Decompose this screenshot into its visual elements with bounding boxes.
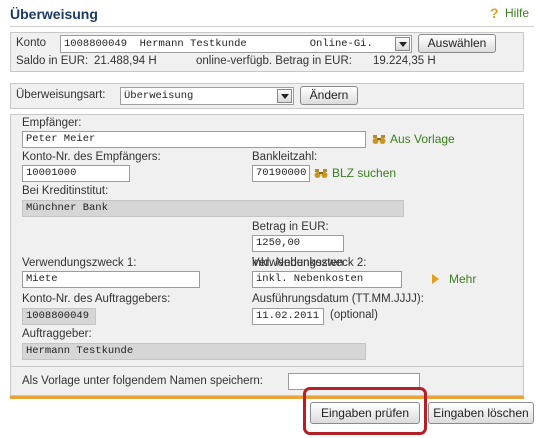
bank-code-label: Bankleitzahl: [252, 151, 318, 163]
title-divider [10, 26, 534, 27]
more-label: Mehr [449, 272, 477, 286]
help-link[interactable]: ? Hilfe [488, 6, 529, 20]
account-select[interactable]: 1008800049 Hermann Testkunde Online-Gi. [60, 35, 412, 53]
available-label: online-verfügb. Betrag in EUR: [196, 55, 352, 67]
recipient-account-input[interactable]: 10001000 [22, 165, 130, 182]
sender-account-label: Konto-Nr. des Auftraggebers: [22, 293, 171, 305]
account-select-value: 1008800049 Hermann Testkunde Online-Gi. [64, 38, 373, 50]
purpose2-input[interactable]: inkl. Nebenkosten [252, 271, 402, 288]
recipient-account-label: Konto-Nr. des Empfängers: [22, 151, 161, 163]
select-account-button[interactable]: Auswählen [418, 34, 496, 53]
transfer-type-label: Überweisungsart: [16, 89, 106, 101]
sender-label: Auftraggeber: [22, 328, 92, 340]
chevron-down-icon [277, 89, 292, 103]
recipient-label: Empfänger: [22, 117, 82, 129]
from-template-link[interactable]: Aus Vorlage [372, 132, 455, 146]
amount-input[interactable]: 1250,00 [252, 235, 344, 252]
play-arrow-icon [432, 274, 439, 284]
accent-divider [10, 396, 524, 399]
more-link[interactable]: Mehr [432, 272, 476, 286]
binoculars-icon [372, 135, 386, 144]
svg-text:?: ? [490, 6, 499, 20]
change-transfer-type-button[interactable]: Ändern [300, 86, 358, 105]
help-label: Hilfe [505, 6, 530, 20]
clear-input-button[interactable]: Eingaben löschen [428, 402, 534, 424]
bank-code-search-link[interactable]: BLZ suchen [314, 166, 396, 180]
purpose2-label-text: Verwendungszweck 2: [252, 257, 367, 269]
bank-code-search-label: BLZ suchen [332, 166, 397, 180]
execution-date-label: Ausführungsdatum (TT.MM.JJJJ): [252, 293, 424, 305]
available-value: 19.224,35 H [373, 55, 436, 67]
sender-account-field: 1008800049 [22, 308, 96, 325]
institute-label: Bei Kreditinstitut: [22, 185, 109, 197]
sender-field: Hermann Testkunde [22, 343, 366, 360]
purpose1-label: Verwendungszweck 1: [22, 257, 137, 269]
transfer-type-value: Überweisung [124, 90, 194, 102]
binoculars-icon [314, 169, 328, 178]
bank-code-input[interactable]: 70190000 [252, 165, 310, 182]
recipient-input[interactable]: Peter Meier [22, 131, 366, 148]
chevron-down-icon [395, 37, 410, 51]
optional-label: (optional) [330, 309, 378, 321]
page-title: Überweisung [10, 6, 98, 22]
transfer-type-select[interactable]: Überweisung [120, 87, 294, 105]
purpose1-input[interactable]: Miete [22, 271, 200, 288]
institute-field: Münchner Bank [22, 200, 404, 217]
saldo-value: 21.488,94 H [94, 55, 157, 67]
save-template-label: Als Vorlage unter folgendem Namen speich… [22, 375, 264, 387]
highlight-frame [303, 387, 427, 435]
help-icon: ? [490, 6, 499, 20]
amount-label: Betrag in EUR: [252, 221, 329, 233]
account-label: Konto [16, 37, 47, 49]
execution-date-input[interactable]: 11.02.2011 [252, 308, 324, 325]
from-template-label: Aus Vorlage [390, 132, 455, 146]
saldo-label: Saldo in EUR: [16, 55, 89, 67]
